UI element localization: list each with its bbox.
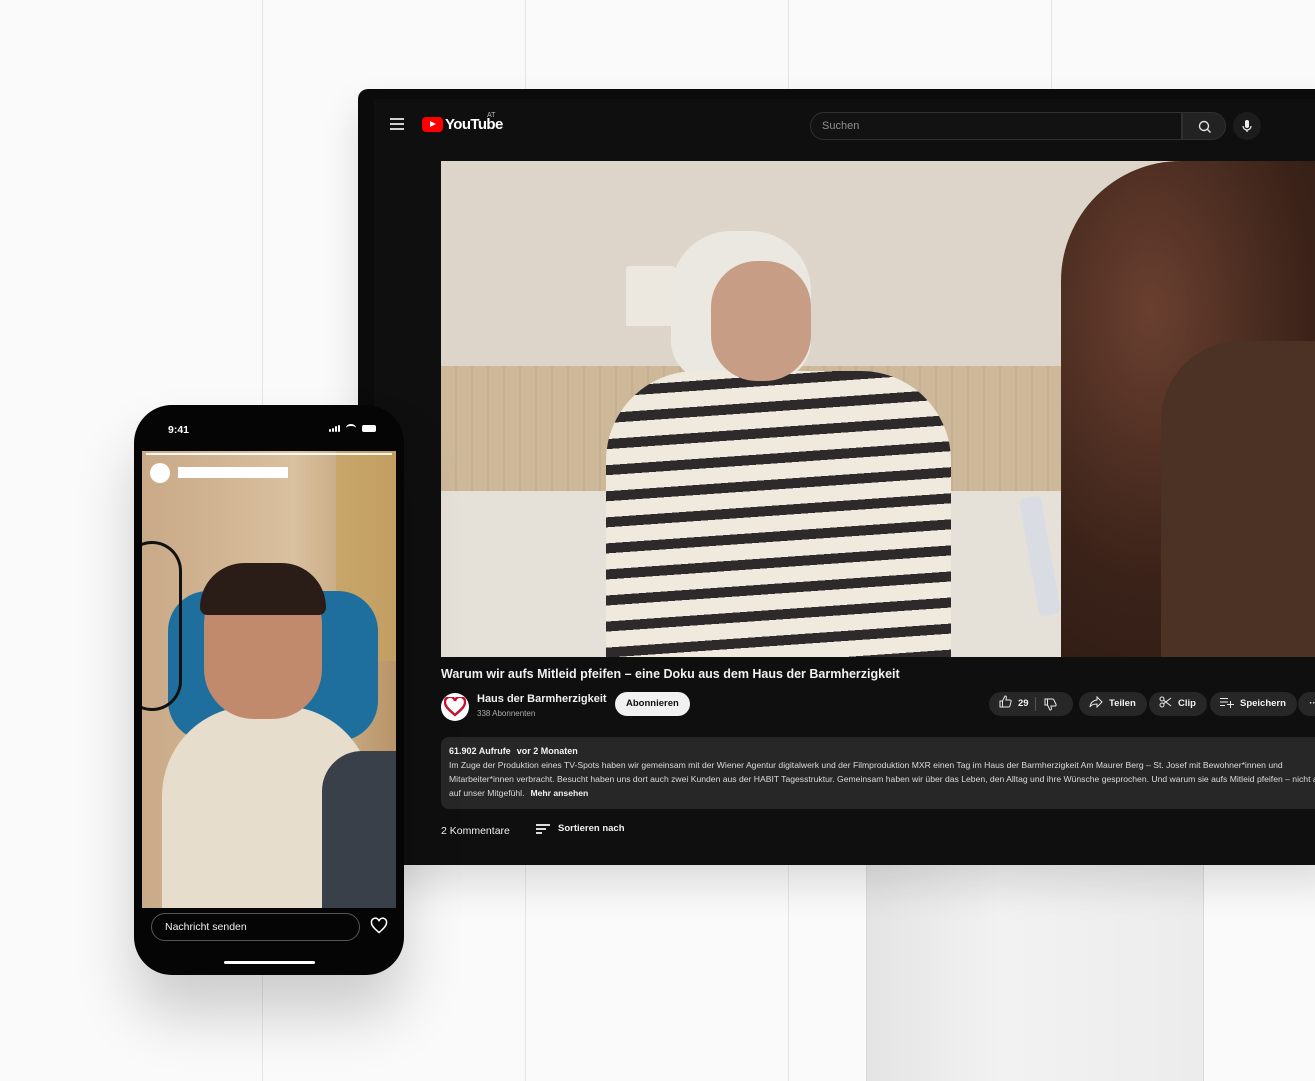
wifi-icon bbox=[346, 424, 356, 432]
video-frame-lamp bbox=[626, 266, 676, 326]
video-frame-face bbox=[711, 261, 811, 381]
sort-comments-button[interactable]: Sortieren nach bbox=[536, 823, 625, 834]
youtube-play-icon bbox=[422, 117, 443, 132]
show-more-link[interactable]: Mehr ansehen bbox=[530, 788, 588, 798]
thumbs-down-icon[interactable] bbox=[1044, 698, 1057, 711]
search-input[interactable]: Suchen bbox=[810, 112, 1182, 140]
subscriber-count: 338 Abonnenten bbox=[477, 709, 536, 718]
sort-icon bbox=[536, 823, 550, 834]
story-username-placeholder[interactable] bbox=[178, 467, 288, 478]
heart-icon[interactable] bbox=[370, 917, 388, 935]
video-frame-woman bbox=[606, 371, 951, 657]
thumbs-up-icon[interactable] bbox=[999, 692, 1012, 716]
subscribe-button[interactable]: Abonnieren bbox=[615, 692, 690, 716]
save-label: Speichern bbox=[1240, 698, 1286, 709]
story-frame-jacket bbox=[322, 751, 396, 908]
video-title: Warum wir aufs Mitleid pfeifen – eine Do… bbox=[441, 667, 900, 681]
battery-icon bbox=[362, 425, 376, 432]
status-bar-time: 9:41 bbox=[168, 424, 190, 436]
upload-date: vor 2 Monaten bbox=[516, 746, 578, 756]
story-avatar[interactable] bbox=[150, 463, 170, 483]
playlist-add-icon bbox=[1220, 692, 1234, 716]
youtube-header: YouTube AT Suchen bbox=[374, 99, 1315, 151]
smartphone: 9:41 Nachricht senden bbox=[134, 405, 404, 975]
share-button[interactable]: Teilen bbox=[1079, 692, 1147, 716]
youtube-page: YouTube AT Suchen Warum wir aufs Mitleid… bbox=[374, 99, 1315, 865]
clip-label: Clip bbox=[1178, 698, 1196, 709]
voice-search-button[interactable] bbox=[1233, 112, 1261, 140]
video-player[interactable] bbox=[441, 161, 1315, 657]
story-view[interactable] bbox=[142, 451, 396, 908]
youtube-logo[interactable]: YouTube AT bbox=[422, 112, 503, 133]
more-actions-button[interactable]: ··· bbox=[1298, 692, 1315, 716]
home-indicator bbox=[224, 961, 315, 964]
share-label: Teilen bbox=[1109, 698, 1136, 709]
status-bar-icons bbox=[329, 424, 376, 432]
like-count[interactable]: 29 bbox=[1018, 692, 1029, 716]
heart-logo-icon bbox=[444, 697, 466, 717]
hamburger-menu-icon[interactable] bbox=[390, 118, 404, 130]
channel-name[interactable]: Haus der Barmherzigkeit bbox=[477, 693, 607, 705]
sort-label: Sortieren nach bbox=[558, 823, 625, 834]
video-frame-man-back bbox=[1161, 341, 1315, 657]
channel-avatar[interactable] bbox=[441, 693, 469, 721]
share-icon bbox=[1089, 692, 1103, 716]
search-icon bbox=[1198, 120, 1211, 133]
message-input[interactable]: Nachricht senden bbox=[151, 913, 360, 941]
story-frame-cable bbox=[142, 541, 182, 711]
description-text: Im Zuge der Produktion eines TV-Spots ha… bbox=[449, 758, 1315, 800]
clip-button[interactable]: Clip bbox=[1149, 692, 1207, 716]
view-count: 61.902 Aufrufe bbox=[449, 746, 511, 756]
like-divider bbox=[1034, 697, 1036, 711]
scissors-icon bbox=[1159, 692, 1172, 716]
search-button[interactable] bbox=[1182, 112, 1226, 140]
save-button[interactable]: Speichern bbox=[1210, 692, 1297, 716]
story-frame-hair bbox=[200, 563, 326, 615]
microphone-icon bbox=[1242, 120, 1252, 132]
monitor-stand bbox=[866, 862, 1204, 1081]
desktop-monitor: YouTube AT Suchen Warum wir aufs Mitleid… bbox=[358, 89, 1315, 865]
country-code: AT bbox=[487, 112, 496, 119]
comment-count: 2 Kommentare bbox=[441, 825, 510, 837]
channel-row: Haus der Barmherzigkeit 338 Abonnenten A… bbox=[441, 691, 1315, 729]
signal-icon bbox=[329, 425, 340, 432]
like-dislike-group: 29 bbox=[989, 692, 1073, 716]
video-stats: 61.902 Aufrufe vor 2 Monaten bbox=[449, 746, 1315, 756]
story-progress-bar bbox=[146, 453, 392, 455]
description-box[interactable]: 61.902 Aufrufe vor 2 Monaten Im Zuge der … bbox=[441, 737, 1315, 809]
